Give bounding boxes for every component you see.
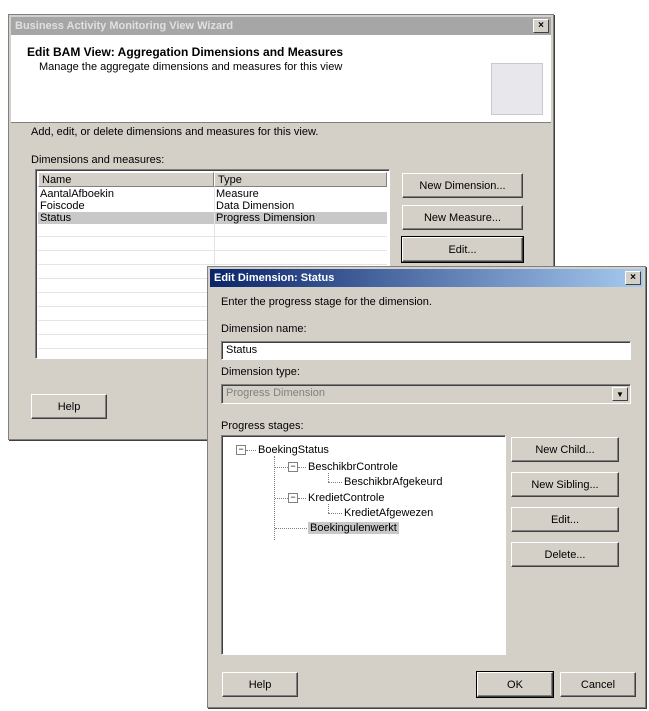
- new-sibling-button[interactable]: New Sibling...: [511, 472, 619, 497]
- tree-connector: [328, 513, 342, 514]
- wizard-help-button[interactable]: Help: [31, 394, 107, 419]
- table-row[interactable]: AantalAfboekin Measure: [38, 188, 387, 200]
- dialog-edit-button[interactable]: Edit...: [511, 507, 619, 532]
- tree-node-child2[interactable]: KredietControle: [308, 492, 384, 504]
- tree-connector: [275, 528, 307, 529]
- new-child-button[interactable]: New Child...: [511, 437, 619, 462]
- progress-stages-tree[interactable]: − BoekingStatus − BeschikbrControle Besc…: [221, 435, 506, 655]
- tree-connector: [246, 450, 256, 451]
- grid-line: [38, 264, 387, 265]
- cancel-button[interactable]: Cancel: [560, 672, 636, 697]
- row-name: Status: [40, 212, 72, 224]
- dimension-type-value: Progress Dimension: [226, 387, 326, 399]
- wizard-header-subtitle: Manage the aggregate dimensions and meas…: [39, 61, 343, 73]
- close-icon[interactable]: ×: [625, 271, 641, 285]
- row-name: Foiscode: [40, 200, 85, 212]
- row-type: Data Dimension: [216, 200, 295, 212]
- new-dimension-button[interactable]: New Dimension...: [402, 173, 523, 198]
- dimension-name-label: Dimension name:: [221, 323, 307, 335]
- dialog-title: Edit Dimension: Status: [214, 272, 335, 284]
- ok-button[interactable]: OK: [476, 671, 554, 698]
- wizard-close-icon[interactable]: ×: [533, 19, 549, 33]
- wizard-title-bar: Business Activity Monitoring View Wizard…: [11, 17, 551, 35]
- dimension-type-select[interactable]: Progress Dimension ▼: [221, 384, 631, 404]
- grid-line: [38, 236, 387, 237]
- dimensions-list-label: Dimensions and measures:: [31, 154, 165, 166]
- edit-dimension-dialog: Edit Dimension: Status × Enter the progr…: [207, 266, 646, 708]
- new-measure-button[interactable]: New Measure...: [402, 205, 523, 230]
- tree-node-child1-leaf[interactable]: BeschikbrAfgekeurd: [344, 476, 442, 488]
- grid-line: [38, 250, 387, 251]
- column-header-name[interactable]: Name: [38, 172, 214, 187]
- table-row-selected[interactable]: Status Progress Dimension: [38, 212, 387, 224]
- tree-node-child3-selected[interactable]: Boekingulenwerkt: [308, 522, 399, 534]
- collapse-icon[interactable]: −: [288, 493, 298, 503]
- dialog-help-button[interactable]: Help: [222, 672, 298, 697]
- tree-node-child1[interactable]: BeschikbrControle: [308, 461, 398, 473]
- tree-node-child2-leaf[interactable]: KredietAfgewezen: [344, 507, 433, 519]
- row-name: AantalAfboekin: [40, 188, 114, 200]
- tree-connector: [275, 467, 288, 468]
- wizard-header-icon: [491, 63, 543, 115]
- dialog-title-bar: Edit Dimension: Status ×: [210, 269, 643, 287]
- tree-connector: [298, 467, 306, 468]
- list-header: Name Type: [38, 172, 387, 187]
- tree-node-root[interactable]: BoekingStatus: [258, 444, 329, 456]
- progress-stages-label: Progress stages:: [221, 420, 304, 432]
- tree-connector: [328, 473, 329, 482]
- row-type: Measure: [216, 188, 259, 200]
- column-header-type[interactable]: Type: [214, 172, 387, 187]
- dialog-instruction: Enter the progress stage for the dimensi…: [221, 296, 432, 308]
- chevron-down-icon[interactable]: ▼: [612, 387, 628, 401]
- dimension-name-field[interactable]: Status: [221, 341, 631, 360]
- dimension-type-label: Dimension type:: [221, 366, 300, 378]
- tree-connector: [275, 498, 288, 499]
- wizard-header: Edit BAM View: Aggregation Dimensions an…: [11, 35, 551, 123]
- row-type: Progress Dimension: [216, 212, 316, 224]
- table-row[interactable]: Foiscode Data Dimension: [38, 200, 387, 212]
- wizard-header-title: Edit BAM View: Aggregation Dimensions an…: [27, 45, 344, 59]
- collapse-icon[interactable]: −: [236, 445, 246, 455]
- wizard-instruction: Add, edit, or delete dimensions and meas…: [31, 126, 319, 138]
- wizard-title: Business Activity Monitoring View Wizard: [15, 20, 234, 32]
- wizard-edit-button[interactable]: Edit...: [401, 236, 524, 263]
- tree-connector: [328, 482, 342, 483]
- tree-connector: [328, 504, 329, 513]
- collapse-icon[interactable]: −: [288, 462, 298, 472]
- tree-connector: [298, 498, 306, 499]
- delete-button[interactable]: Delete...: [511, 542, 619, 567]
